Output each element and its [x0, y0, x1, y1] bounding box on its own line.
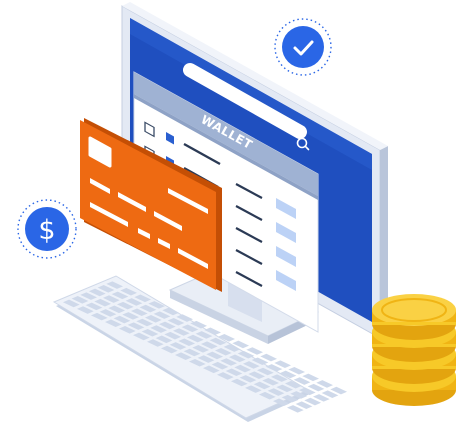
dollar-icon: $ [38, 215, 55, 246]
check-badge [274, 18, 332, 76]
wallet-illustration: WALLET $ [17, 2, 456, 422]
dollar-badge: $ [17, 199, 77, 259]
coin-stack [372, 294, 456, 406]
